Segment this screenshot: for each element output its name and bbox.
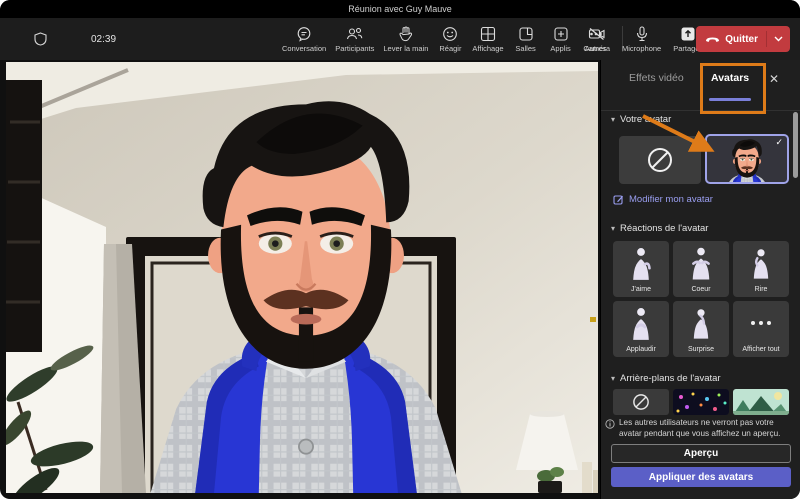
tab-avatars[interactable]: Avatars bbox=[711, 72, 749, 84]
meeting-info: 02:39 bbox=[34, 18, 116, 60]
quit-options-button[interactable] bbox=[767, 36, 790, 42]
edit-avatar-label: Modifier mon avatar bbox=[629, 194, 713, 205]
tab-effets-video[interactable]: Effets vidéo bbox=[629, 72, 684, 84]
meeting-timer: 02:39 bbox=[91, 33, 117, 45]
section-reactions[interactable]: ▾ Réactions de l'avatar bbox=[611, 223, 708, 234]
background-none-thumb[interactable] bbox=[613, 389, 669, 415]
participants-label: Participants bbox=[335, 43, 375, 53]
video-preview bbox=[6, 62, 598, 493]
reaction-like-tile[interactable]: J'aime bbox=[613, 241, 669, 297]
preview-notice: Les autres utilisateurs ne verront pas v… bbox=[605, 417, 797, 439]
camera-label: Caméra bbox=[583, 43, 611, 53]
avatar-pose-surprise bbox=[693, 309, 709, 339]
shield-icon bbox=[34, 32, 47, 46]
raise-hand-label: Lever la main bbox=[383, 43, 429, 53]
annotation-highlight-box bbox=[700, 63, 766, 114]
conversation-label: Conversation bbox=[282, 43, 327, 53]
apply-avatars-button[interactable]: Appliquer des avatars bbox=[611, 467, 791, 487]
space-confetti-thumbnail bbox=[673, 389, 729, 415]
avatars-panel: Effets vidéo Avatars ✕ ▾ Votre avatar ✓ … bbox=[600, 60, 800, 499]
title-bar: Réunion avec Guy Mauve bbox=[0, 0, 800, 18]
backgrounds-title: Arrière-plans de l'avatar bbox=[620, 373, 721, 384]
conversation-button[interactable]: Conversation bbox=[282, 26, 326, 53]
background-landscape-thumb[interactable] bbox=[733, 389, 789, 415]
reaction-laugh-tile[interactable]: Rire bbox=[733, 241, 789, 297]
avatar-pose-applaud bbox=[633, 308, 649, 340]
chevron-down-icon: ▾ bbox=[611, 374, 616, 383]
react-label: Réagir bbox=[439, 43, 462, 53]
edit-avatar-link[interactable]: Modifier mon avatar bbox=[613, 194, 713, 205]
panel-tabs: Effets vidéo Avatars ✕ bbox=[601, 60, 800, 114]
avatar-video-scene bbox=[6, 62, 598, 493]
microphone-button[interactable]: Microphone bbox=[622, 25, 662, 53]
view-label: Affichage bbox=[472, 43, 504, 53]
rooms-icon bbox=[519, 26, 533, 41]
panel-scrollbar[interactable] bbox=[793, 112, 798, 178]
rooms-label: Salles bbox=[515, 43, 536, 53]
your-avatar-title: Votre avatar bbox=[620, 114, 672, 125]
ellipsis-icon bbox=[751, 321, 771, 325]
selected-check-icon: ✓ bbox=[775, 137, 783, 147]
meeting-toolbar: 02:39 Conversation Participants Lever la… bbox=[0, 18, 800, 60]
participants-button[interactable]: Participants bbox=[335, 26, 374, 53]
quit-button-group: Quitter bbox=[696, 26, 790, 52]
none-icon bbox=[633, 394, 649, 410]
smiley-icon bbox=[443, 26, 458, 41]
reaction-applaud-tile[interactable]: Applaudir bbox=[613, 301, 669, 357]
share-icon bbox=[681, 27, 695, 40]
quit-button[interactable]: Quitter bbox=[696, 34, 766, 45]
selected-avatar-tile[interactable]: ✓ bbox=[705, 134, 789, 184]
grid-icon bbox=[480, 26, 496, 41]
reaction-heart-label: Coeur bbox=[691, 286, 711, 293]
apps-label: Applis bbox=[550, 43, 571, 53]
toolbar-center: Conversation Participants Lever la main … bbox=[282, 18, 627, 60]
reaction-heart-tile[interactable]: Coeur bbox=[673, 241, 729, 297]
toolbar-devices: Caméra Microphone Partager bbox=[583, 18, 702, 60]
raise-hand-button[interactable]: Lever la main bbox=[383, 25, 429, 53]
react-button[interactable]: Réagir bbox=[437, 26, 463, 53]
people-icon bbox=[347, 27, 363, 39]
reactions-title: Réactions de l'avatar bbox=[620, 223, 709, 234]
avatar-pose-laugh bbox=[753, 249, 769, 279]
chevron-down-icon bbox=[774, 36, 783, 42]
reaction-applaud-label: Applaudir bbox=[626, 346, 656, 353]
window-title: Réunion avec Guy Mauve bbox=[348, 4, 452, 14]
landscape-thumbnail bbox=[733, 389, 789, 415]
apps-icon bbox=[554, 26, 568, 41]
info-icon bbox=[605, 419, 615, 429]
preview-notice-text: Les autres utilisateurs ne verront pas v… bbox=[619, 418, 781, 438]
section-your-avatar[interactable]: ▾ Votre avatar bbox=[611, 114, 671, 125]
section-backgrounds[interactable]: ▾ Arrière-plans de l'avatar bbox=[611, 373, 721, 384]
apps-button[interactable]: Applis bbox=[548, 26, 574, 53]
none-icon bbox=[648, 148, 672, 172]
microphone-icon bbox=[636, 25, 647, 41]
chevron-down-icon: ▾ bbox=[611, 224, 616, 233]
microphone-label: Microphone bbox=[622, 43, 662, 53]
reaction-like-label: J'aime bbox=[630, 286, 651, 293]
edit-icon bbox=[613, 195, 623, 205]
reaction-surprise-tile[interactable]: Surprise bbox=[673, 301, 729, 357]
camera-button[interactable]: Caméra bbox=[583, 26, 610, 53]
no-avatar-tile[interactable] bbox=[619, 136, 701, 184]
close-panel-button[interactable]: ✕ bbox=[769, 72, 779, 86]
teams-meeting-window: Réunion avec Guy Mauve 02:39 Conversatio… bbox=[0, 0, 800, 499]
hand-icon bbox=[399, 25, 413, 41]
view-button[interactable]: Affichage bbox=[472, 26, 504, 53]
quit-label: Quitter bbox=[725, 33, 758, 45]
background-space-thumb[interactable] bbox=[673, 389, 729, 415]
chat-icon bbox=[297, 26, 311, 42]
rooms-button[interactable]: Salles bbox=[513, 26, 539, 53]
reaction-show-all-label: Afficher tout bbox=[742, 346, 780, 353]
chevron-down-icon: ▾ bbox=[611, 115, 616, 124]
hangup-icon bbox=[706, 37, 720, 42]
preview-button[interactable]: Aperçu bbox=[611, 444, 791, 463]
reaction-laugh-label: Rire bbox=[754, 286, 768, 293]
camera-off-icon bbox=[588, 27, 605, 40]
reaction-surprise-label: Surprise bbox=[687, 346, 715, 353]
reaction-show-all-tile[interactable]: Afficher tout bbox=[733, 301, 789, 357]
active-tab-underline bbox=[709, 98, 751, 101]
avatar-pose-like bbox=[633, 248, 651, 280]
avatar-pose-heart bbox=[692, 247, 710, 280]
